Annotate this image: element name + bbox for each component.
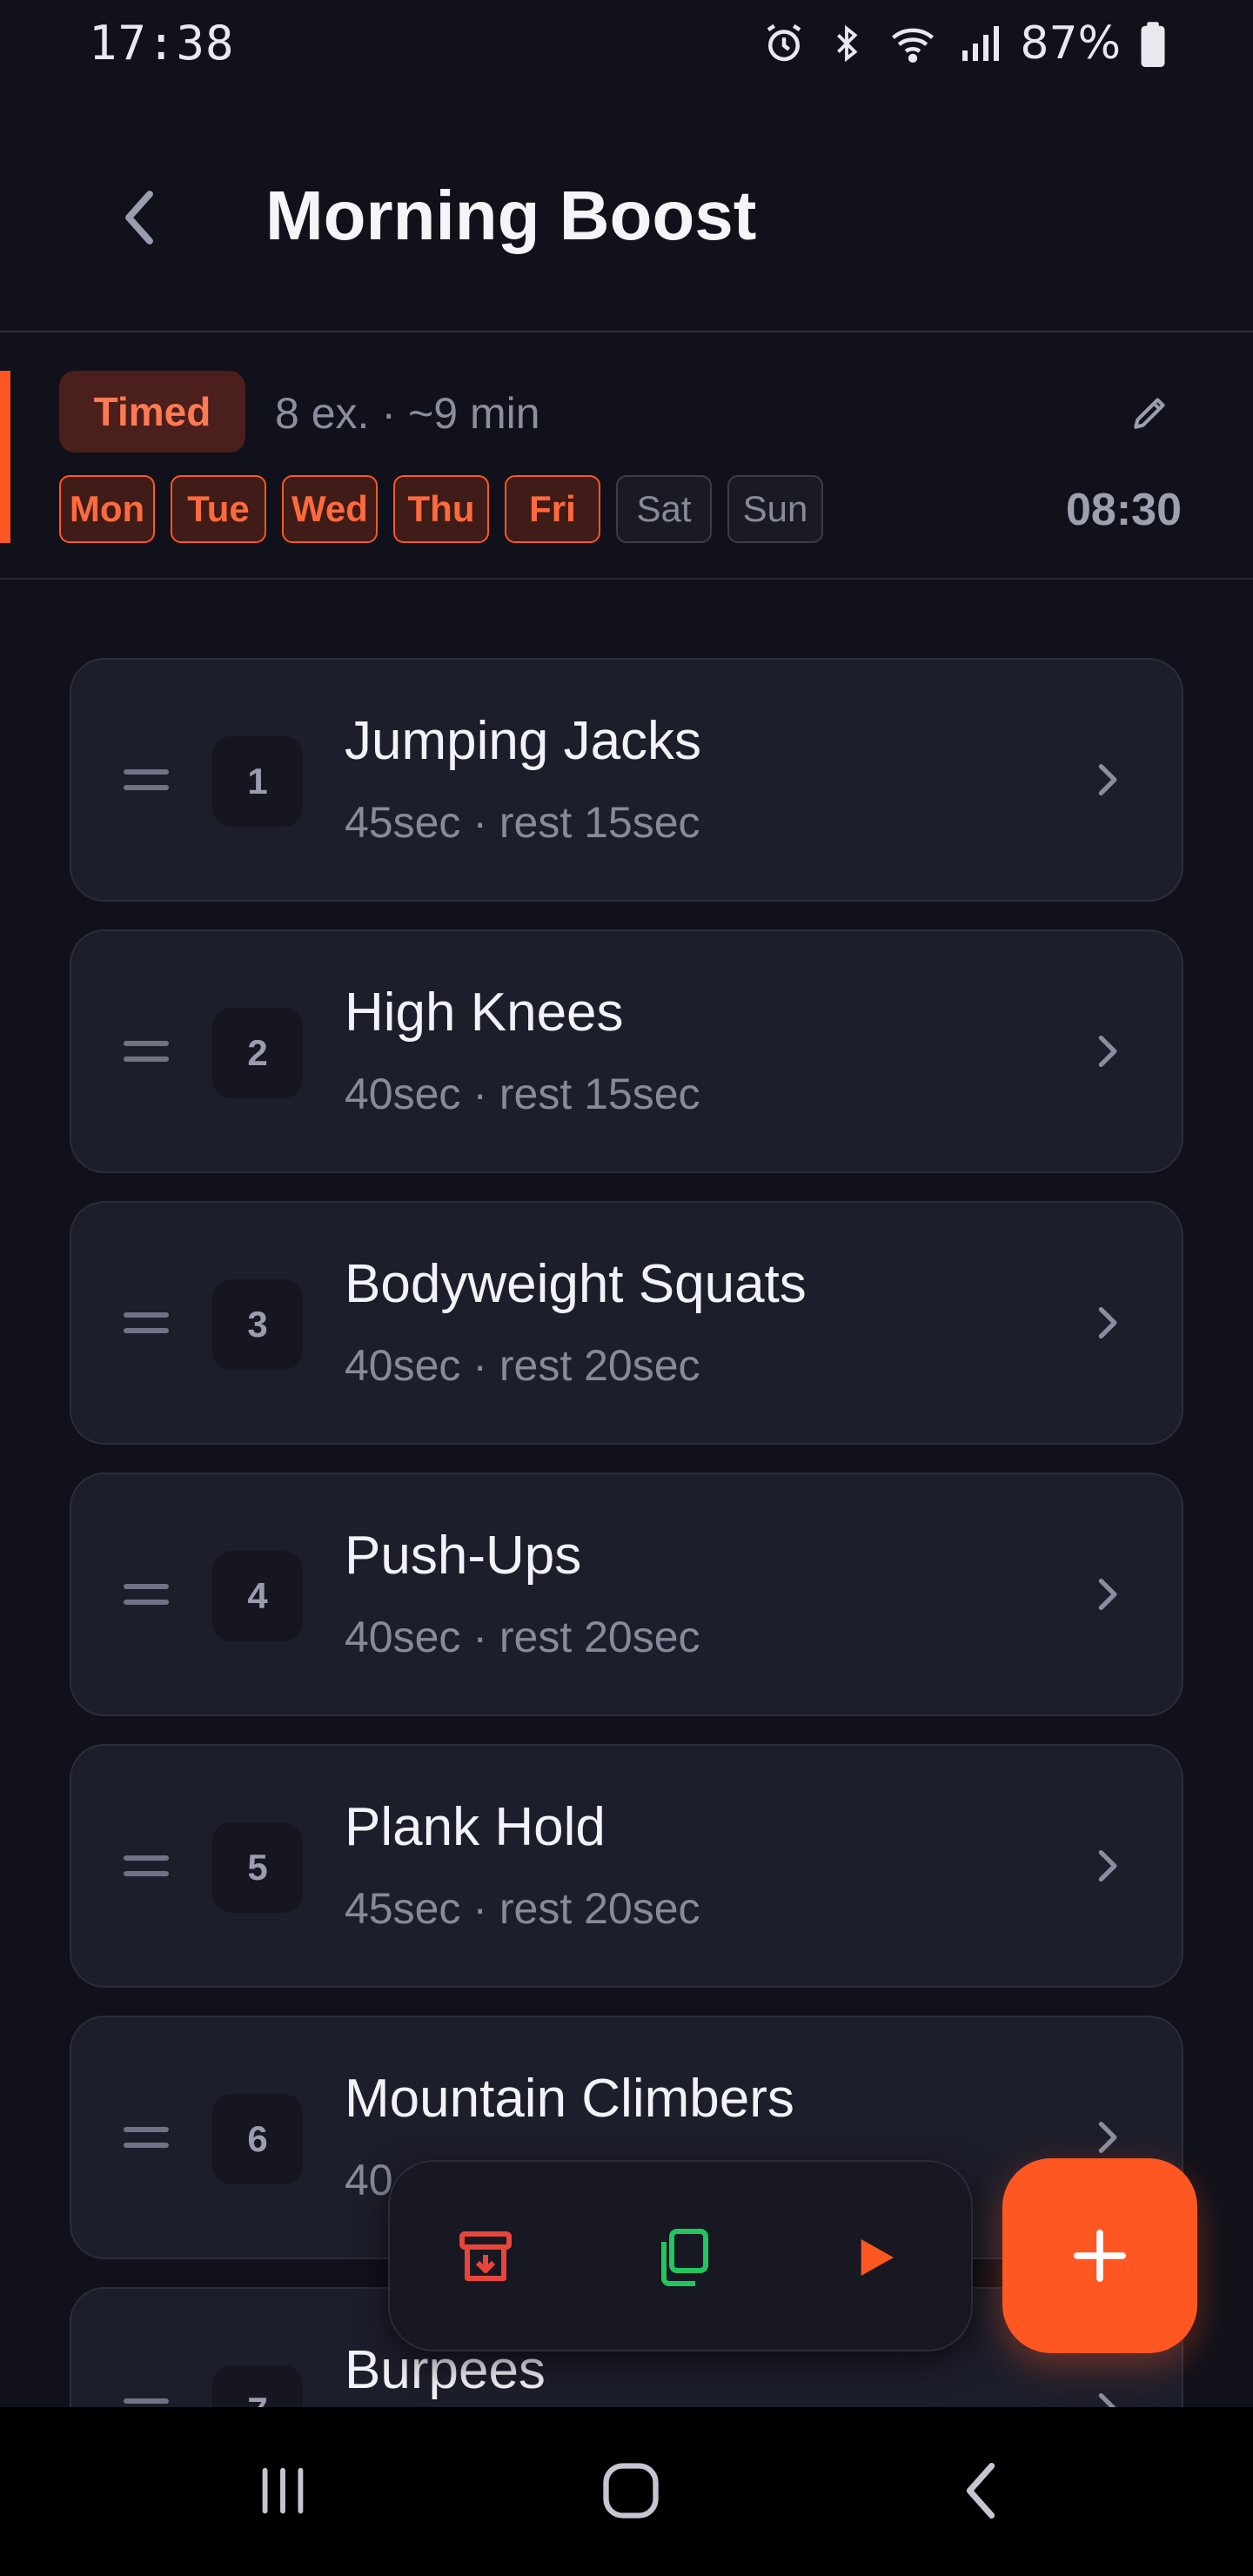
wifi-icon [892,28,935,64]
day-chip-sun[interactable]: Sun [727,475,823,543]
chevron-right-icon [1082,1295,1131,1351]
day-chip-wed[interactable]: Wed [282,475,378,543]
drag-handle-icon[interactable] [124,769,169,792]
signal-icon [962,26,1000,61]
exercise-details: 45sec · rest 15sec [345,798,700,847]
exercise-row[interactable]: 2 High Knees 40sec · rest 15sec [70,929,1183,1173]
exercise-details: 40sec · rest 15sec [345,1070,700,1118]
nav-back-button[interactable] [933,2447,1029,2534]
schedule-days: Mon Tue Wed Thu Fri Sat Sun [59,475,823,543]
routine-summary: 8 ex. · ~9 min [275,388,540,439]
chevron-right-icon [1082,2110,1131,2165]
chevron-right-icon [1082,752,1131,808]
app-header: Morning Boost [0,139,1253,332]
exercise-name: Jumping Jacks [345,711,702,771]
day-chip-sat[interactable]: Sat [616,475,712,543]
exercise-count: 8 ex. [275,389,370,438]
back-chevron-icon [125,191,153,245]
page-title: Morning Boost [265,177,757,254]
day-chip-mon[interactable]: Mon [59,475,155,543]
exercise-number: 6 [212,2094,303,2184]
back-icon [966,2463,995,2519]
add-exercise-button[interactable] [1002,2158,1197,2353]
battery-icon [1141,22,1165,67]
exercise-row[interactable]: 5 Plank Hold 45sec · rest 20sec [70,1744,1183,1988]
bluetooth-icon [837,24,858,63]
status-icons: 87% [761,17,1166,70]
drag-handle-icon[interactable] [124,1041,169,1063]
day-chip-fri[interactable]: Fri [505,475,600,543]
chevron-right-icon [1082,1838,1131,1894]
edit-routine-button[interactable] [1117,379,1183,446]
exercise-row[interactable]: 3 Bodyweight Squats 40sec · rest 20sec [70,1201,1183,1445]
status-bar: 17:38 87% [0,0,1253,87]
day-chip-tue[interactable]: Tue [171,475,266,543]
recents-icon [262,2467,304,2514]
routine-duration: ~9 min [408,389,540,438]
schedule-time[interactable]: 08:30 [1066,484,1182,536]
routine-type-badge: Timed [59,371,245,453]
drag-handle-icon[interactable] [124,2127,169,2150]
home-icon [603,2463,659,2519]
summary-separator: · [381,389,397,438]
exercise-name: Mountain Climbers [345,2069,794,2129]
start-workout-button[interactable] [823,2205,928,2310]
exercise-name: Plank Hold [345,1797,606,1857]
drag-handle-icon[interactable] [124,1584,169,1607]
screen: 17:38 87% Morning Boost Timed 8 ex. · ~9… [0,0,1253,2576]
exercise-name: Push-Ups [345,1526,582,1586]
system-nav-bar [0,2407,1253,2576]
exercise-row[interactable]: 4 Push-Ups 40sec · rest 20sec [70,1472,1183,1716]
status-time: 17:38 [89,16,235,70]
routine-action-bar [388,2160,973,2351]
back-button[interactable] [96,174,183,261]
exercise-name: High Knees [345,983,624,1043]
archive-button[interactable] [433,2205,538,2310]
exercise-row[interactable]: 1 Jumping Jacks 45sec · rest 15sec [70,658,1183,902]
accent-bar [0,371,10,543]
battery-percentage: 87% [1020,17,1121,70]
exercise-name: Bodyweight Squats [345,1254,807,1314]
drag-handle-icon[interactable] [124,1855,169,1878]
chevron-right-icon [1082,1566,1131,1622]
pencil-icon [1134,398,1165,429]
duplicate-button[interactable] [630,2205,734,2310]
exercise-number: 2 [212,1008,303,1098]
archive-icon [459,2231,512,2281]
recents-button[interactable] [235,2447,331,2534]
routine-info: Timed 8 ex. · ~9 min Mon Tue Wed Thu Fri Sat Sun… [0,334,1253,580]
exercise-details: 45sec · rest 20sec [345,1884,700,1933]
exercise-number: 5 [212,1822,303,1913]
exercise-details: 40sec · rest 20sec [345,1613,700,1661]
play-icon [861,2239,894,2276]
day-chip-thu[interactable]: Thu [393,475,489,543]
exercise-details: 40 [345,2156,393,2204]
copy-icon [661,2229,708,2286]
plus-icon [1073,2229,1127,2283]
exercise-number: 4 [212,1551,303,1641]
drag-handle-icon[interactable] [124,1312,169,1335]
alarm-icon [767,23,801,62]
exercise-details: 40sec · rest 20sec [345,1341,700,1390]
home-button[interactable] [583,2447,679,2534]
exercise-number: 1 [212,736,303,827]
chevron-right-icon [1082,1023,1131,1079]
exercise-number: 3 [212,1279,303,1370]
